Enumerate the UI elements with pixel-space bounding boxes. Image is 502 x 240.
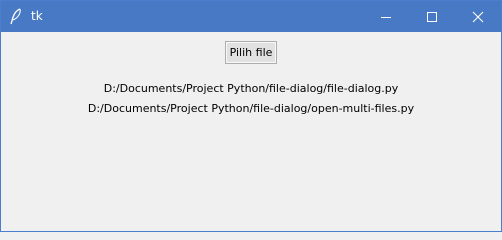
maximize-button[interactable]	[409, 1, 455, 32]
pick-file-button[interactable]: Pilih file	[225, 41, 277, 64]
feather-icon	[10, 8, 21, 25]
maximize-icon	[427, 11, 437, 22]
window-title: tk	[31, 9, 43, 23]
close-button[interactable]	[455, 1, 501, 32]
selected-file-path: D:/Documents/Project Python/file-dialog/…	[87, 102, 415, 115]
title-bar[interactable]: tk	[1, 1, 501, 32]
window-content: Pilih file D:/Documents/Project Python/f…	[1, 32, 501, 231]
minimize-icon	[381, 16, 391, 18]
close-icon	[472, 11, 484, 22]
minimize-button[interactable]	[363, 1, 409, 32]
selected-file-path: D:/Documents/Project Python/file-dialog/…	[103, 82, 399, 95]
app-window: tk Pilih file D:/Documents/Project Pytho…	[0, 0, 502, 232]
